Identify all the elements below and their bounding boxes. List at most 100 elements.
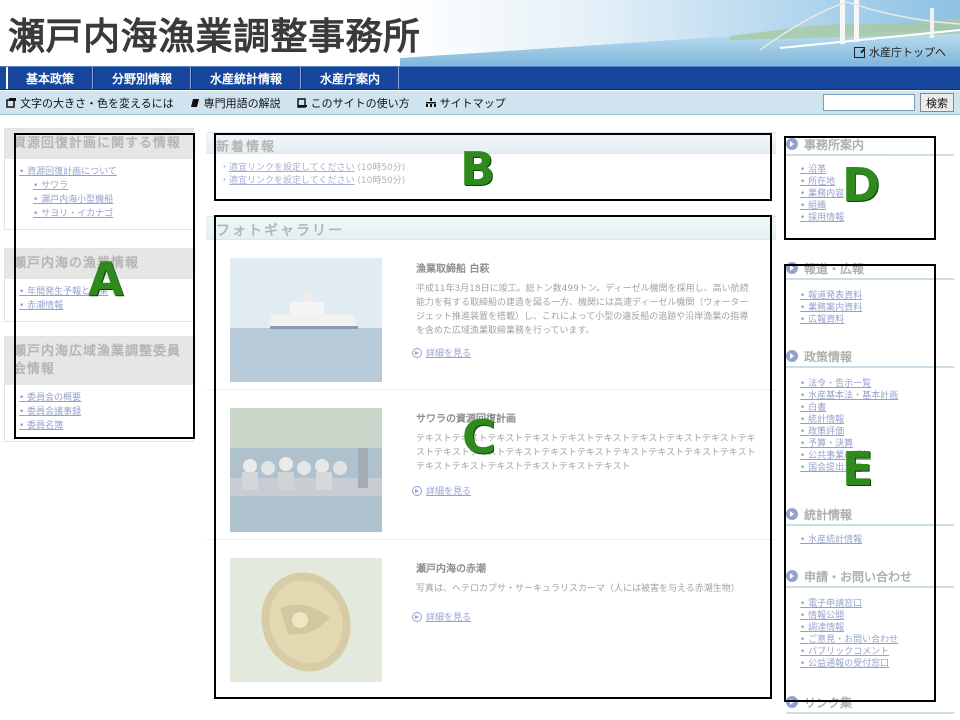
gallery-more-label: 詳細を見る [426, 349, 472, 359]
text-size-link[interactable]: 文字の大きさ・色を変えるには [6, 95, 174, 111]
office-work-link[interactable]: 業務内容 [800, 188, 844, 200]
glossary-link[interactable]: 専門用語の解説 [190, 95, 281, 111]
links-heading: リンク集 [786, 692, 954, 714]
resource-recovery-list: 資源回復計画について サワラ 瀬戸内海小型機船 サヨリ・イカナゴ [5, 159, 193, 229]
fisheries-agency-top-link[interactable]: 水産庁トップへ [854, 44, 946, 60]
committee-overview-link[interactable]: 委員会の概要 [19, 391, 185, 405]
arrow-circle-icon [786, 696, 798, 708]
red-tide-plankton-photo[interactable] [230, 558, 382, 682]
application-link[interactable]: 電子申請窓口 [800, 598, 898, 610]
stats-title: 統計情報 [804, 507, 853, 522]
site-usage-link[interactable]: このサイトの使い方 [296, 95, 410, 111]
global-nav: 基本政策 分野別情報 水産統計情報 水産庁案内 [0, 66, 960, 90]
nav-fisheries-stats[interactable]: 水産統計情報 [191, 67, 302, 89]
press-list: 報道発表資料 業務案内資料 広報資料 [800, 290, 862, 326]
gallery-entry-red-tide: 瀬戸内海の赤潮 写真は、ヘテロカプサ・サーキュラリスカーマ（人には被害を与える赤… [206, 540, 776, 690]
fisheries-agency-top-label: 水産庁トップへ [869, 46, 946, 59]
annotation-label-d: D [842, 158, 881, 212]
office-location-link[interactable]: 所在地 [800, 176, 844, 188]
committee-minutes-link[interactable]: 委員会議事録 [19, 405, 185, 419]
resource-recovery-heading: 資源回復計画に関する情報 [5, 129, 193, 159]
gallery-more-link[interactable]: 詳細を見る [412, 484, 471, 497]
gallery-entry-desc: 平成11年3月18日に竣工。総トン数499トン。ディーゼル機関を採用し、高い航続… [416, 284, 749, 336]
policy-link[interactable]: 政策評価 [800, 426, 898, 438]
book-icon [190, 98, 199, 107]
arrow-circle-icon [412, 611, 422, 622]
policy-link[interactable]: 白書 [800, 402, 898, 414]
nav-field-info[interactable]: 分野別情報 [93, 67, 192, 89]
page: 瀬戸内海漁業調整事務所 水産庁トップへ 基本政策 分野別情報 水産統計情報 水産… [0, 0, 960, 720]
gallery-more-link[interactable]: 詳細を見る [412, 610, 471, 623]
sitemap-link[interactable]: サイトマップ [425, 95, 506, 111]
text-size-label: 文字の大きさ・色を変えるには [20, 96, 174, 110]
press-material-link[interactable]: 広報資料 [800, 314, 862, 326]
links-title: リンク集 [804, 695, 853, 710]
gallery-entry-title: 瀬戸内海の赤潮 [416, 564, 486, 575]
application-link[interactable]: 情報公開 [800, 610, 898, 622]
gallery-entry-title: 漁業取締船 白萩 [416, 264, 490, 275]
gallery-more-label: 詳細を見る [426, 487, 472, 497]
arrow-circle-icon [786, 350, 798, 362]
application-title: 申請・お問い合わせ [804, 569, 913, 584]
sayori-ikanago-link[interactable]: サヨリ・イカナゴ [19, 207, 185, 221]
gallery-more-link[interactable]: 詳細を見る [412, 346, 471, 359]
annotation-label-b: B [460, 142, 496, 196]
arrow-circle-icon [786, 262, 798, 274]
press-guide-link[interactable]: 業務案内資料 [800, 302, 862, 314]
sawara-link[interactable]: サワラ [19, 179, 185, 193]
policy-heading: 政策情報 [786, 346, 954, 368]
office-organization-link[interactable]: 組織 [800, 200, 844, 212]
office-recruit-link[interactable]: 採用情報 [800, 212, 844, 224]
press-release-link[interactable]: 報道発表資料 [800, 290, 862, 302]
glossary-label: 専門用語の解説 [203, 96, 281, 110]
resource-recovery-box: 資源回復計画に関する情報 資源回復計画について サワラ 瀬戸内海小型機船 サヨリ… [4, 128, 194, 230]
policy-link[interactable]: 法令・告示一覧 [800, 378, 898, 390]
resource-recovery-link[interactable]: 資源回復計画について [19, 165, 185, 179]
committee-info-box: 瀬戸内海広域漁業調整委員会情報 委員会の概要 委員会議事録 委員名簿 [4, 336, 194, 442]
sitemap-icon [425, 97, 436, 107]
utility-bar: 文字の大きさ・色を変えるには 専門用語の解説 このサイトの使い方 サイトマップ … [0, 91, 960, 115]
stats-list: 水産統計情報 [800, 534, 862, 546]
application-link[interactable]: ご意見・お問い合わせ [800, 634, 898, 646]
patrol-boat-photo[interactable] [230, 258, 382, 382]
news-item-text: 適宜リンクを設定してください [229, 176, 355, 186]
arrow-circle-icon [786, 138, 798, 150]
site-title[interactable]: 瀬戸内海漁業調整事務所 [8, 6, 421, 60]
annotation-label-c: C [462, 410, 496, 464]
application-link[interactable]: 公益通報の受付窓口 [800, 658, 898, 670]
news-item-date: (10時50分) [357, 163, 406, 173]
committee-members-link[interactable]: 委員名簿 [19, 419, 185, 433]
policy-title: 政策情報 [804, 349, 853, 364]
office-history-link[interactable]: 沿革 [800, 164, 844, 176]
photo-gallery-heading: フォトギャラリー [206, 216, 776, 240]
stats-link[interactable]: 水産統計情報 [800, 534, 862, 546]
press-title: 報道・広報 [804, 261, 865, 276]
office-guide-title: 事務所案内 [804, 137, 865, 152]
news-item-date: (10時50分) [357, 176, 406, 186]
arrow-circle-icon [412, 347, 422, 358]
office-guide-heading: 事務所案内 [786, 134, 954, 156]
office-guide-list: 沿革 所在地 業務内容 組織 採用情報 [800, 164, 844, 224]
nav-agency-guide[interactable]: 水産庁案内 [301, 67, 400, 89]
arrow-circle-icon [786, 508, 798, 520]
policy-link[interactable]: 統計情報 [800, 414, 898, 426]
photo-gallery-section: フォトギャラリー 漁業取締船 白萩 平成11年3月18日に竣工。総トン数499ト… [206, 216, 776, 716]
arrow-circle-icon [786, 570, 798, 582]
gallery-entry-desc: 写真は、ヘテロカプサ・サーキュラリスカーマ（人には被害を与える赤潮生物） [416, 584, 740, 594]
nav-basic-policy[interactable]: 基本政策 [6, 67, 94, 89]
arrow-circle-icon [412, 485, 422, 496]
application-link[interactable]: 調達情報 [800, 622, 898, 634]
committee-info-list: 委員会の概要 委員会議事録 委員名簿 [5, 385, 193, 441]
small-trawler-link[interactable]: 瀬戸内海小型機船 [19, 193, 185, 207]
annotation-label-e: E [842, 442, 874, 496]
committee-info-heading: 瀬戸内海広域漁業調整委員会情報 [5, 337, 193, 385]
sawara-release-photo[interactable] [230, 408, 382, 532]
external-link-icon [854, 46, 865, 58]
press-heading: 報道・広報 [786, 258, 954, 280]
policy-link[interactable]: 水産基本法・基本計画 [800, 390, 898, 402]
application-link[interactable]: パブリックコメント [800, 646, 898, 658]
search-input[interactable] [823, 94, 915, 111]
application-list: 電子申請窓口 情報公開 調達情報 ご意見・お問い合わせ パブリックコメント 公益… [800, 598, 898, 670]
application-heading: 申請・お問い合わせ [786, 566, 954, 588]
search-button[interactable]: 検索 [920, 93, 954, 112]
